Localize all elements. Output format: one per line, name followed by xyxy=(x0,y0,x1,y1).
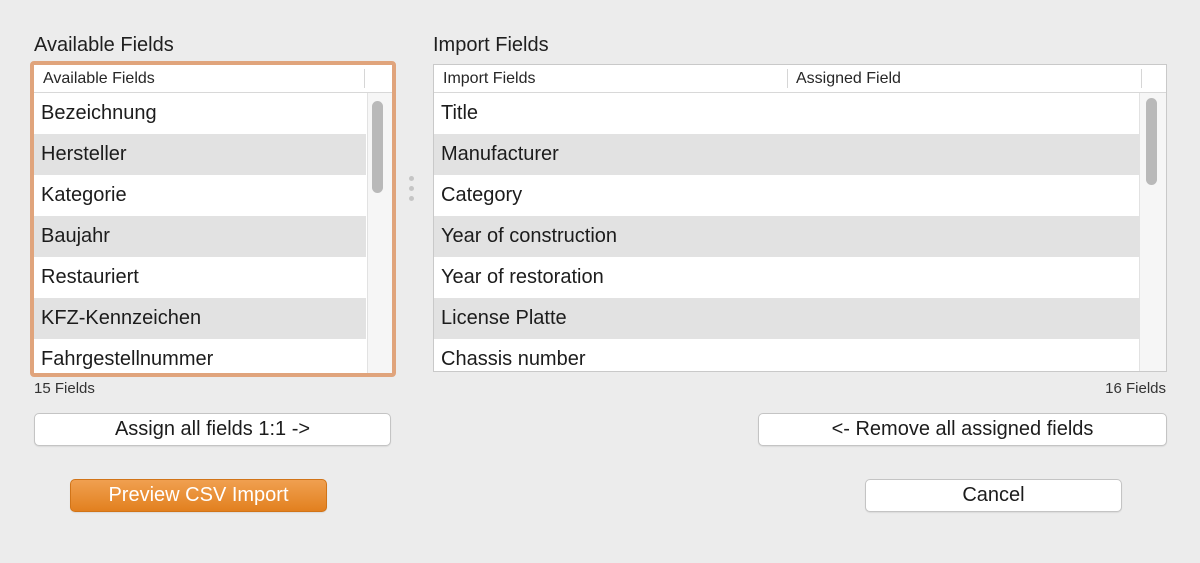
list-item[interactable]: Year of construction xyxy=(434,216,1140,257)
list-item[interactable]: Chassis number xyxy=(434,339,1140,371)
available-fields-header: Available Fields xyxy=(34,65,392,93)
preview-csv-import-button[interactable]: Preview CSV Import xyxy=(70,479,327,512)
import-fields-column-header[interactable]: Import Fields xyxy=(434,65,787,92)
list-item[interactable]: Fahrgestellnummer xyxy=(34,339,366,373)
available-fields-column-header[interactable]: Available Fields xyxy=(34,65,364,92)
split-handle[interactable] xyxy=(409,176,415,210)
import-fields-header: Import Fields Assigned Field xyxy=(434,65,1166,93)
column-separator xyxy=(1141,69,1142,88)
remove-all-assigned-button[interactable]: <- Remove all assigned fields xyxy=(758,413,1167,446)
import-fields-table[interactable]: Import Fields Assigned Field Title Manuf… xyxy=(433,64,1167,372)
list-item[interactable]: Baujahr xyxy=(34,216,366,257)
available-fields-table[interactable]: Available Fields Bezeichnung Hersteller … xyxy=(30,61,396,377)
list-item[interactable]: Title xyxy=(434,93,1140,134)
list-item[interactable]: KFZ-Kennzeichen xyxy=(34,298,366,339)
available-fields-rows: Bezeichnung Hersteller Kategorie Baujahr… xyxy=(34,93,366,373)
list-item[interactable]: Year of restoration xyxy=(434,257,1140,298)
csv-import-dialog: Available Fields Available Fields Bezeic… xyxy=(0,0,1200,563)
import-fields-count: 16 Fields xyxy=(1105,380,1166,397)
available-fields-count: 15 Fields xyxy=(34,380,95,397)
list-item[interactable]: Bezeichnung xyxy=(34,93,366,134)
import-fields-rows: Title Manufacturer Category Year of cons… xyxy=(434,93,1140,371)
available-fields-title: Available Fields xyxy=(34,34,174,56)
import-fields-scrollbar[interactable] xyxy=(1139,93,1166,371)
scrollbar-thumb[interactable] xyxy=(1146,98,1157,185)
list-item[interactable]: Hersteller xyxy=(34,134,366,175)
list-item[interactable]: Manufacturer xyxy=(434,134,1140,175)
scrollbar-thumb[interactable] xyxy=(372,101,383,193)
column-separator xyxy=(364,69,365,88)
available-fields-scrollbar[interactable] xyxy=(367,93,392,373)
list-item[interactable]: Kategorie xyxy=(34,175,366,216)
assign-all-button[interactable]: Assign all fields 1:1 -> xyxy=(34,413,391,446)
list-item[interactable]: Category xyxy=(434,175,1140,216)
import-fields-title: Import Fields xyxy=(433,34,549,56)
assigned-field-column-header[interactable]: Assigned Field xyxy=(787,65,1141,92)
list-item[interactable]: Restauriert xyxy=(34,257,366,298)
cancel-button[interactable]: Cancel xyxy=(865,479,1122,512)
list-item[interactable]: License Platte xyxy=(434,298,1140,339)
